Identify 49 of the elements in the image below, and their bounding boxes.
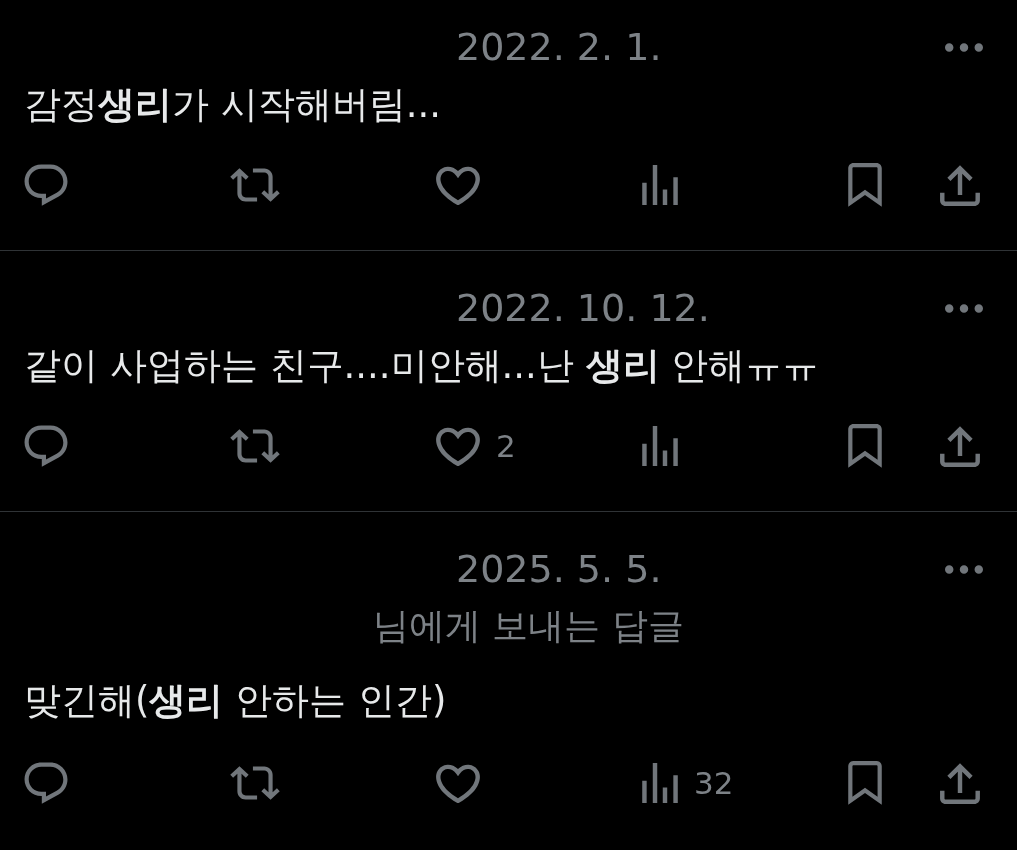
heart-icon bbox=[436, 165, 480, 205]
speech-bubble-icon bbox=[24, 425, 68, 467]
views-button[interactable] bbox=[642, 165, 678, 205]
more-options-button[interactable] bbox=[945, 42, 983, 52]
heart-icon bbox=[436, 763, 480, 803]
bookmark-button[interactable] bbox=[848, 761, 882, 805]
repost-button[interactable] bbox=[230, 168, 280, 202]
repost-button[interactable] bbox=[230, 429, 280, 463]
bookmark-icon bbox=[848, 761, 882, 805]
post-date[interactable]: 2022. 10. 12. bbox=[456, 286, 710, 330]
more-options-button[interactable] bbox=[945, 303, 983, 313]
more-icon bbox=[945, 42, 983, 52]
more-icon bbox=[945, 303, 983, 313]
reply-button[interactable] bbox=[24, 164, 68, 206]
post-text: 같이 사업하는 친구....미안해...난 생리 안해ㅠㅠ bbox=[24, 343, 821, 389]
bookmark-button[interactable] bbox=[848, 163, 882, 207]
share-icon bbox=[940, 762, 980, 804]
post-text: 감정생리가 시작해버림... bbox=[24, 82, 443, 128]
more-icon bbox=[945, 564, 983, 574]
views-button[interactable]: 32 bbox=[642, 763, 734, 803]
repeat-arrows-icon bbox=[230, 429, 280, 463]
like-button[interactable]: 2 bbox=[436, 426, 516, 466]
post-text: 맞긴해(생리 안하는 인간) bbox=[24, 678, 448, 724]
reply-button[interactable] bbox=[24, 425, 68, 467]
bar-chart-icon bbox=[642, 763, 678, 803]
post-date[interactable]: 2025. 5. 5. bbox=[456, 547, 662, 591]
bookmark-icon bbox=[848, 163, 882, 207]
bookmark-icon bbox=[848, 424, 882, 468]
like-button[interactable] bbox=[436, 763, 480, 803]
reply-context-text: 님에게 보내는 답글 bbox=[373, 604, 685, 648]
bar-chart-icon bbox=[642, 426, 678, 466]
bar-chart-icon bbox=[642, 165, 678, 205]
share-button[interactable] bbox=[940, 164, 980, 206]
share-icon bbox=[940, 425, 980, 467]
share-button[interactable] bbox=[940, 425, 980, 467]
speech-bubble-icon bbox=[24, 164, 68, 206]
repost-button[interactable] bbox=[230, 766, 280, 800]
repeat-arrows-icon bbox=[230, 168, 280, 202]
bookmark-button[interactable] bbox=[848, 424, 882, 468]
repeat-arrows-icon bbox=[230, 766, 280, 800]
like-button[interactable] bbox=[436, 165, 480, 205]
share-button[interactable] bbox=[940, 762, 980, 804]
post-date[interactable]: 2022. 2. 1. bbox=[456, 25, 662, 69]
heart-icon bbox=[436, 426, 480, 466]
reply-button[interactable] bbox=[24, 762, 68, 804]
speech-bubble-icon bbox=[24, 762, 68, 804]
views-button[interactable] bbox=[642, 426, 678, 466]
share-icon bbox=[940, 164, 980, 206]
more-options-button[interactable] bbox=[945, 564, 983, 574]
